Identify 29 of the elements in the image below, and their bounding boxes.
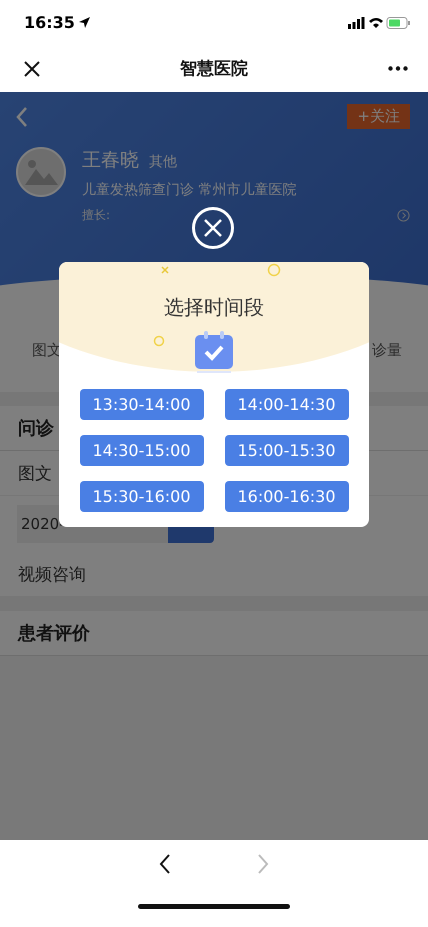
calendar-check-icon (194, 331, 234, 373)
section-heading: 患者评价 (18, 622, 90, 645)
time-slot-button[interactable]: 14:30-15:00 (80, 435, 204, 466)
time-slot-button[interactable]: 15:00-15:30 (224, 435, 348, 466)
battery-icon (386, 16, 410, 28)
signal-icon (348, 16, 364, 28)
section-heading: 问诊 (18, 417, 54, 440)
status-time: 16:35 (24, 13, 90, 32)
location-icon (78, 17, 90, 28)
doctor-name: 王春晓 (82, 148, 139, 173)
more-icon[interactable] (388, 66, 408, 71)
stat-label: 诊量 (372, 340, 402, 360)
time-slot-button[interactable]: 13:30-14:00 (80, 389, 204, 420)
doctor-title: 其他 (149, 153, 177, 171)
time-slot-button[interactable]: 14:00-14:30 (224, 389, 348, 420)
follow-button[interactable]: +关注 (347, 104, 410, 129)
page-title: 智慧医院 (180, 58, 248, 80)
avatar-placeholder-icon (16, 147, 66, 197)
close-icon[interactable] (24, 60, 40, 76)
list-item[interactable]: 图文 (18, 462, 52, 484)
specialty-label: 擅长: (82, 207, 110, 224)
modal-title: 选择时间段 (164, 294, 264, 321)
doctor-department: 儿童发热筛查门诊 常州市儿童医院 (82, 181, 298, 199)
time-slot-button[interactable]: 16:00-16:30 (224, 481, 348, 512)
list-item[interactable]: 视频咨询 (18, 562, 86, 586)
back-icon[interactable] (159, 854, 170, 874)
wifi-icon (369, 18, 383, 28)
close-button[interactable] (192, 207, 234, 249)
time-slot-button[interactable]: 15:30-16:00 (80, 481, 204, 512)
